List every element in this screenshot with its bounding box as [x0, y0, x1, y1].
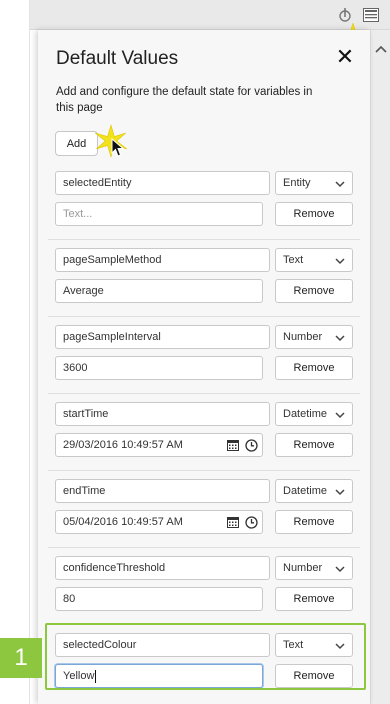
default-values-panel: Default Values ✕ Add and configure the d…: [38, 30, 370, 704]
top-toolbar: [30, 0, 390, 52]
clock-icon[interactable]: [245, 439, 258, 452]
remove-button[interactable]: Remove: [275, 279, 353, 303]
variable-row: selectedEntity Entity Text... Remove: [48, 171, 360, 240]
variable-row: endTime Datetime 05/04/2016 10:49:57 AM …: [48, 479, 360, 548]
variable-type-value: Number: [283, 331, 323, 343]
panel-description: Add and configure the default state for …: [56, 86, 313, 114]
chevron-down-icon: [335, 181, 345, 188]
remove-button[interactable]: Remove: [275, 433, 353, 457]
variable-name-input[interactable]: pageSampleMethod: [55, 248, 270, 272]
chevron-down-icon: [335, 258, 345, 265]
variable-type-select[interactable]: Datetime: [275, 402, 353, 426]
chevron-down-icon: [335, 489, 345, 496]
variable-value-input[interactable]: 80: [55, 587, 263, 611]
variable-type-value: Text: [283, 254, 304, 266]
variable-row: pageSampleInterval Number 3600 Remove: [48, 325, 360, 394]
clock-icon[interactable]: [245, 516, 258, 529]
variable-value-input[interactable]: Text...: [55, 202, 263, 226]
variable-type-value: Datetime: [283, 408, 328, 420]
datetime-value: 29/03/2016 10:49:57 AM: [63, 439, 183, 451]
variable-name-input[interactable]: confidenceThreshold: [55, 556, 270, 580]
remove-button[interactable]: Remove: [275, 356, 353, 380]
remove-button[interactable]: Remove: [275, 587, 353, 611]
variable-name-input[interactable]: selectedEntity: [55, 171, 270, 195]
step-highlight-frame: [45, 623, 366, 690]
step-badge: 1: [0, 638, 42, 678]
chevron-down-icon: [335, 335, 345, 342]
variable-type-select[interactable]: Text: [275, 248, 353, 272]
variable-value-input[interactable]: Average: [55, 279, 263, 303]
variable-name-input[interactable]: endTime: [55, 479, 270, 503]
variable-type-value: Entity: [283, 177, 311, 189]
variable-type-select[interactable]: Entity: [275, 171, 353, 195]
left-gutter: [0, 0, 30, 704]
variable-value-input[interactable]: 3600: [55, 356, 263, 380]
calendar-icon[interactable]: [227, 439, 239, 451]
variable-type-select[interactable]: Datetime: [275, 479, 353, 503]
variable-name-input[interactable]: startTime: [55, 402, 270, 426]
panel-title: Default Values: [56, 48, 179, 69]
chevron-down-icon: [335, 412, 345, 419]
variable-type-value: Datetime: [283, 485, 328, 497]
chevron-down-icon: [335, 566, 345, 573]
calendar-icon[interactable]: [227, 516, 239, 528]
chevron-up-icon[interactable]: [375, 44, 387, 54]
variable-type-select[interactable]: Number: [275, 556, 353, 580]
mouse-cursor-icon: [111, 138, 125, 157]
variable-row: confidenceThreshold Number 80 Remove: [48, 556, 360, 625]
remove-button[interactable]: Remove: [275, 510, 353, 534]
datetime-input[interactable]: 29/03/2016 10:49:57 AM: [55, 433, 263, 457]
variable-row: startTime Datetime 29/03/2016 10:49:57 A…: [48, 402, 360, 471]
datetime-input[interactable]: 05/04/2016 10:49:57 AM: [55, 510, 263, 534]
close-icon[interactable]: ✕: [334, 46, 356, 68]
variable-name-input[interactable]: pageSampleInterval: [55, 325, 270, 349]
scrollbar[interactable]: [370, 30, 390, 704]
variable-type-select[interactable]: Number: [275, 325, 353, 349]
variable-row: pageSampleMethod Text Average Remove: [48, 248, 360, 317]
add-button[interactable]: Add: [55, 131, 98, 156]
remove-button[interactable]: Remove: [275, 202, 353, 226]
datetime-value: 05/04/2016 10:49:57 AM: [63, 516, 183, 528]
variable-type-value: Number: [283, 562, 323, 574]
